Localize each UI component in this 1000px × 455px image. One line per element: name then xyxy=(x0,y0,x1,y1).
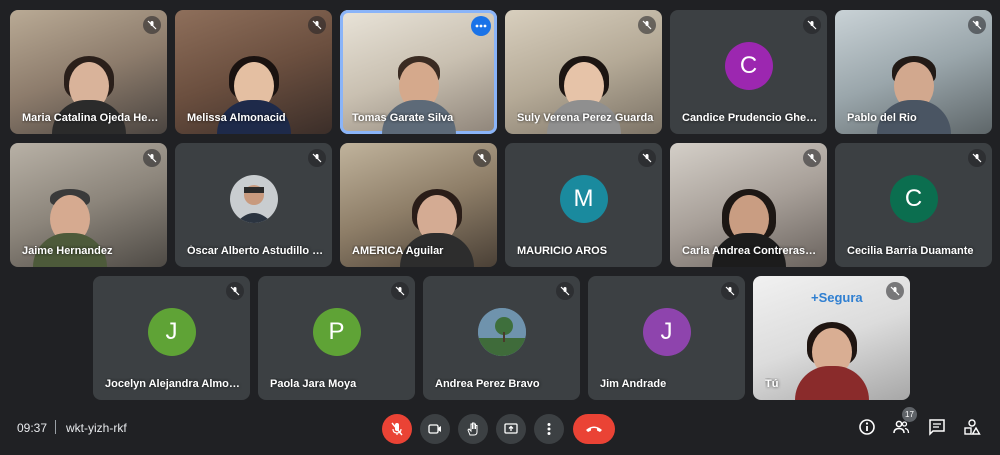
leave-call-button[interactable] xyxy=(573,414,615,444)
participant-tile[interactable]: C Cecilia Barria Duamante xyxy=(835,143,992,267)
mic-off-icon xyxy=(143,16,161,34)
mic-off-icon xyxy=(968,16,986,34)
participant-tile[interactable]: P Paola Jara Moya xyxy=(258,276,415,400)
participant-name: MAURICIO AROS xyxy=(517,245,608,257)
mic-off-icon xyxy=(143,149,161,167)
participant-name: Jaime Hernandez xyxy=(22,245,113,257)
mic-off-icon xyxy=(226,282,244,300)
participant-avatar: J xyxy=(147,307,196,356)
participant-name: Andrea Perez Bravo xyxy=(435,378,540,390)
participant-name: Melissa Almonacid xyxy=(187,112,286,124)
mic-off-icon xyxy=(638,149,656,167)
participant-name: Tomas Garate Silva xyxy=(352,112,454,124)
chat-button[interactable] xyxy=(926,416,948,438)
camera-toggle-button[interactable] xyxy=(420,414,450,444)
participant-name: Jocelyn Alejandra Almona... xyxy=(105,378,242,390)
bottom-toolbar: 09:37 wkt-yizh-rkf 17 xyxy=(0,407,1000,455)
mic-off-icon xyxy=(308,16,326,34)
participant-name: Paola Jara Moya xyxy=(270,378,357,390)
participant-tile[interactable]: M MAURICIO AROS xyxy=(505,143,662,267)
hang-up-icon xyxy=(586,426,602,432)
participant-tile[interactable]: Andrea Perez Bravo xyxy=(423,276,580,400)
participant-name: Jim Andrade xyxy=(600,378,667,390)
divider xyxy=(55,420,56,434)
participant-tile[interactable]: Suly Verena Perez Guarda xyxy=(505,10,662,134)
info-icon xyxy=(859,419,875,435)
participant-tile[interactable]: Maria Catalina Ojeda Her... xyxy=(10,10,167,134)
participant-tile[interactable]: Óscar Alberto Astudillo Br... xyxy=(175,143,332,267)
microphone-toggle-button[interactable] xyxy=(382,414,412,444)
mic-off-icon xyxy=(308,149,326,167)
participant-name: Carla Andrea Contreras B... xyxy=(682,245,819,257)
participant-tile[interactable]: J Jim Andrade xyxy=(588,276,745,400)
participant-tile[interactable]: AMERICA Aguilar xyxy=(340,143,497,267)
mic-off-icon xyxy=(721,282,739,300)
participant-tile[interactable]: J Jocelyn Alejandra Almona... xyxy=(93,276,250,400)
participant-name: Cecilia Barria Duamante xyxy=(847,245,974,257)
more-options-icon[interactable] xyxy=(471,16,491,36)
meeting-details-button[interactable] xyxy=(856,416,878,438)
participant-photo xyxy=(229,174,278,223)
participant-name: AMERICA Aguilar xyxy=(352,245,444,257)
participant-name: Candice Prudencio Ghellere xyxy=(682,112,819,124)
shapes-icon xyxy=(964,419,981,435)
participant-photo xyxy=(477,307,526,356)
more-options-button[interactable] xyxy=(534,414,564,444)
camera-icon xyxy=(428,424,441,434)
mic-off-icon xyxy=(473,149,491,167)
participant-name: Tú xyxy=(765,378,779,390)
participant-tile[interactable]: Melissa Almonacid xyxy=(175,10,332,134)
participant-count-badge: 17 xyxy=(902,407,917,422)
chat-icon xyxy=(929,419,945,436)
participant-name: Suly Verena Perez Guarda xyxy=(517,112,654,124)
more-vert-icon xyxy=(547,423,551,435)
mic-off-icon xyxy=(556,282,574,300)
participant-name: Maria Catalina Ojeda Her... xyxy=(22,112,159,124)
raise-hand-button[interactable] xyxy=(458,414,488,444)
participant-tile[interactable]: C Candice Prudencio Ghellere xyxy=(670,10,827,134)
activities-button[interactable] xyxy=(961,416,983,438)
participant-tile-speaking[interactable]: Tomas Garate Silva xyxy=(340,10,497,134)
mic-off-icon xyxy=(886,282,904,300)
participant-tile[interactable]: Carla Andrea Contreras B... xyxy=(670,143,827,267)
participant-avatar: M xyxy=(559,174,608,223)
participant-avatar: C xyxy=(889,174,938,223)
participant-avatar: J xyxy=(642,307,691,356)
participant-avatar: P xyxy=(312,307,361,356)
mic-off-icon xyxy=(391,422,403,436)
mic-off-icon xyxy=(803,16,821,34)
present-screen-button[interactable] xyxy=(496,414,526,444)
participant-name: Pablo del Rio xyxy=(847,112,917,124)
banner-text: +Segura xyxy=(811,290,863,305)
participant-avatar: C xyxy=(724,41,773,90)
participant-tile[interactable]: Jaime Hernandez xyxy=(10,143,167,267)
present-icon xyxy=(504,423,518,434)
clock: 09:37 xyxy=(17,421,48,435)
mic-off-icon xyxy=(638,16,656,34)
hand-icon xyxy=(467,422,478,436)
meeting-code: wkt-yizh-rkf xyxy=(66,421,127,435)
mic-off-icon xyxy=(391,282,409,300)
mic-off-icon xyxy=(968,149,986,167)
mic-off-icon xyxy=(803,149,821,167)
participant-name: Óscar Alberto Astudillo Br... xyxy=(187,245,324,257)
self-view-tile[interactable]: +Segura Tú xyxy=(753,276,910,400)
participant-tile[interactable]: Pablo del Rio xyxy=(835,10,992,134)
